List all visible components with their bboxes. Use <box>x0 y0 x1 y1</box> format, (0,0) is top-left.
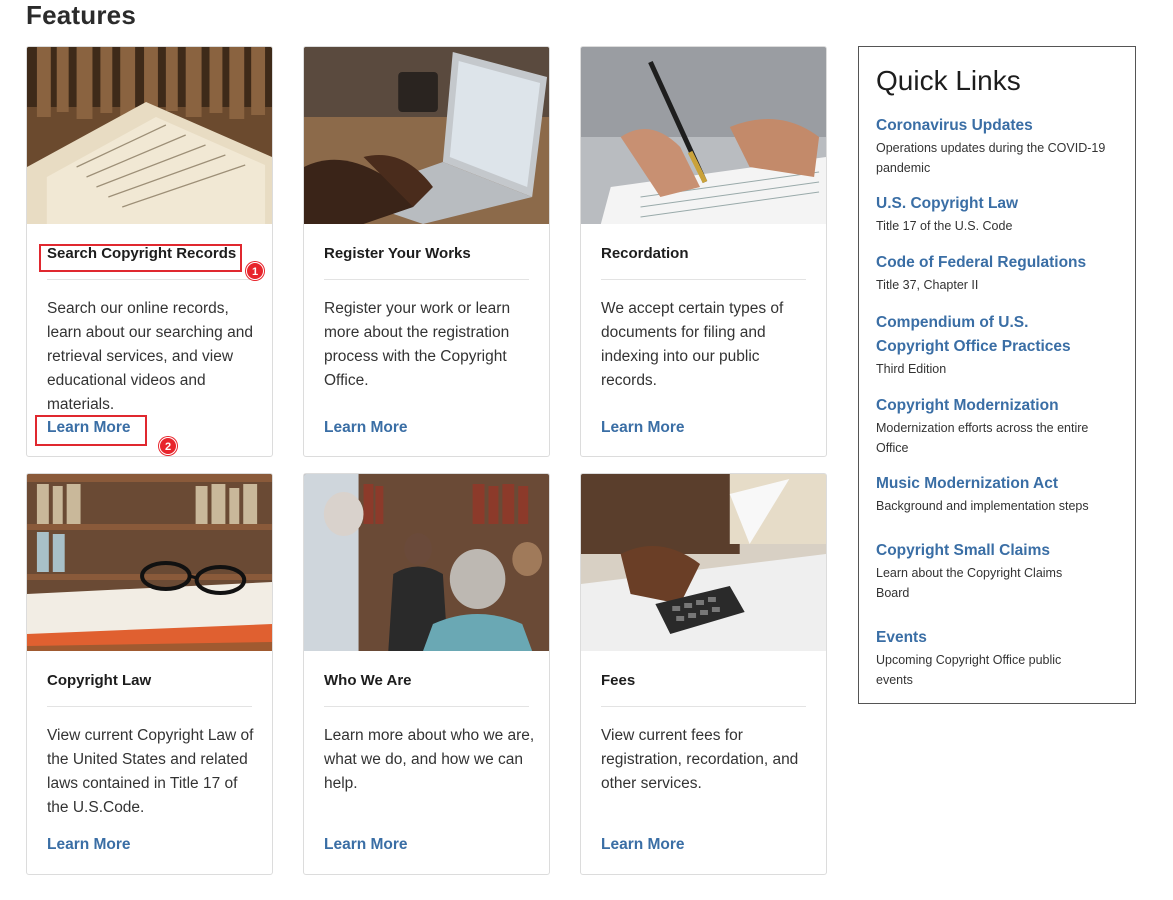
feature-card-copyright-law: Copyright Law View current Copyright Law… <box>26 473 273 875</box>
quick-link-description: Upcoming Copyright Office public events <box>876 653 1062 687</box>
card-description: We accept certain types of documents for… <box>601 300 784 389</box>
divider <box>47 279 252 280</box>
card-description: Search our online records, learn about o… <box>47 300 253 413</box>
card-description: Register your work or learn more about t… <box>324 300 511 389</box>
feature-card-recordation: Recordation We accept certain types of d… <box>580 46 827 457</box>
quick-link-description: Background and implementation steps <box>876 499 1089 513</box>
quick-link-description: Modernization efforts across the entire … <box>876 421 1089 455</box>
quick-link-small-claims[interactable]: Copyright Small Claims <box>876 539 1076 563</box>
card-description: Learn more about who we are, what we do,… <box>324 727 535 792</box>
learn-more-link[interactable]: Learn More <box>47 836 131 854</box>
card-title: Register Your Works <box>324 245 471 262</box>
learn-more-link[interactable]: Learn More <box>324 836 408 854</box>
learn-more-link[interactable]: Learn More <box>601 836 685 854</box>
quick-link-description: Title 37, Chapter II <box>876 278 979 292</box>
quick-link-compendium[interactable]: Compendium of U.S. Copyright Office Prac… <box>876 311 1091 359</box>
quick-links-panel: Quick Links Coronavirus Updates Operatio… <box>858 46 1136 704</box>
quick-link-events[interactable]: Events <box>876 626 1076 650</box>
library-staff-image <box>304 474 549 651</box>
card-title: Copyright Law <box>47 672 152 689</box>
divider <box>601 706 806 707</box>
copyright-book-image <box>27 47 272 224</box>
card-title: Who We Are <box>324 672 412 689</box>
divider <box>324 706 529 707</box>
card-title: Fees <box>601 672 636 689</box>
quick-link-item: Copyright Modernization Modernization ef… <box>876 394 1104 458</box>
annotation-badge-1: 1 <box>246 262 264 280</box>
card-description: View current Copyright Law of the United… <box>47 727 254 816</box>
annotation-badge-2: 2 <box>159 437 177 455</box>
learn-more-link[interactable]: Learn More <box>324 419 408 437</box>
card-title: Recordation <box>601 245 689 262</box>
quick-link-description: Learn about the Copyright Claims Board <box>876 566 1063 600</box>
quick-link-federal-regulations[interactable]: Code of Federal Regulations <box>876 251 1116 275</box>
quick-link-item: Coronavirus Updates Operations updates d… <box>876 114 1116 178</box>
divider <box>601 279 806 280</box>
signing-document-image <box>581 47 826 224</box>
quick-links-title: Quick Links <box>876 65 1021 96</box>
feature-card-register-works: Register Your Works Register your work o… <box>303 46 550 457</box>
page-title: Features <box>26 0 136 30</box>
divider <box>47 706 252 707</box>
quick-link-item: Events Upcoming Copyright Office public … <box>876 626 1076 690</box>
quick-link-item: Compendium of U.S. Copyright Office Prac… <box>876 311 1091 380</box>
divider <box>324 279 529 280</box>
quick-link-description: Operations updates during the COVID-19 p… <box>876 141 1106 175</box>
quick-link-copyright-modernization[interactable]: Copyright Modernization <box>876 394 1104 418</box>
laptop-typing-image <box>304 47 549 224</box>
glasses-on-book-image <box>27 474 272 651</box>
quick-link-item: Music Modernization Act Background and i… <box>876 472 1116 517</box>
quick-link-item: U.S. Copyright Law Title 17 of the U.S. … <box>876 192 1116 237</box>
quick-link-description: Third Edition <box>876 362 947 376</box>
quick-link-item: Copyright Small Claims Learn about the C… <box>876 539 1076 603</box>
quick-link-copyright-law[interactable]: U.S. Copyright Law <box>876 192 1116 216</box>
feature-card-fees: Fees View current fees for registration,… <box>580 473 827 875</box>
quick-link-music-modernization-act[interactable]: Music Modernization Act <box>876 472 1116 496</box>
highlight-box-search-records-title <box>39 244 242 272</box>
card-description: View current fees for registration, reco… <box>601 727 799 792</box>
quick-link-description: Title 17 of the U.S. Code <box>876 219 1013 233</box>
highlight-box-learn-more <box>35 415 147 446</box>
feature-card-who-we-are: Who We Are Learn more about who we are, … <box>303 473 550 875</box>
learn-more-link[interactable]: Learn More <box>601 419 685 437</box>
quick-link-coronavirus-updates[interactable]: Coronavirus Updates <box>876 114 1116 138</box>
calculator-image <box>581 474 826 651</box>
quick-link-item: Code of Federal Regulations Title 37, Ch… <box>876 251 1116 296</box>
